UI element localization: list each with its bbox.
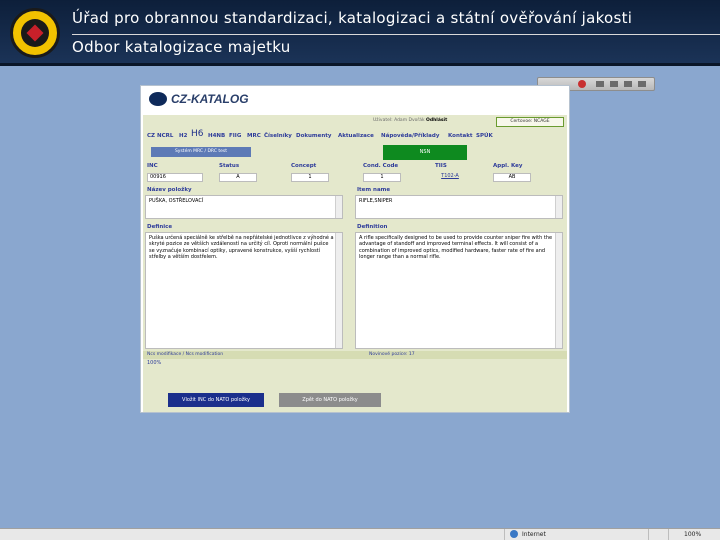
cond-code-label: Cond. Code: [363, 163, 399, 169]
appl-key-label: Appl. Key: [493, 163, 523, 169]
menu-item-kontakt[interactable]: Kontakt: [448, 133, 473, 139]
internet-zone-icon: [510, 530, 518, 538]
menu-item-cz[interactable]: CZ: [147, 133, 155, 139]
title-divider: [72, 34, 720, 35]
definition-en-field[interactable]: A rifle specifically designed to be used…: [355, 232, 563, 349]
item-name-en-label: Item name: [357, 187, 391, 193]
page-menu-icon[interactable]: [638, 81, 646, 87]
mode-button[interactable]: Systém MRC / DRC test: [151, 147, 251, 157]
definition-cz-label: Definice: [147, 224, 173, 230]
tiis-label: TIIS: [435, 163, 447, 169]
nsn-button[interactable]: NSN: [383, 145, 467, 160]
percent-value: 100%: [147, 360, 162, 366]
slide-header: Úřad pro obrannou standardizaci, katalog…: [0, 0, 720, 66]
cond-code-field[interactable]: 1: [363, 173, 401, 182]
cz-katalog-window: CZ-KATALOG Uživatel: Adam Dvořák Odhlási…: [140, 85, 570, 413]
menu-item-napoveda[interactable]: Nápověda/Příklady: [381, 133, 439, 139]
app-header: CZ-KATALOG: [141, 86, 569, 115]
insert-inc-button[interactable]: Vložit INC do NATO položky: [168, 393, 264, 407]
definition-cz-field[interactable]: Puška určená speciálně ke střelbě na nep…: [145, 232, 343, 349]
zone-label: Internet: [522, 531, 546, 538]
back-button[interactable]: Zpět do NATO položky: [279, 393, 381, 407]
menu-item-h6[interactable]: H6: [191, 129, 204, 139]
slide-title: Úřad pro obrannou standardizaci, katalog…: [72, 9, 633, 27]
feeds-icon[interactable]: [610, 81, 618, 87]
tiis-link[interactable]: T102-A: [435, 173, 465, 182]
definition-en-label: Definition: [357, 224, 388, 230]
slide-subtitle: Odbor katalogizace majetku: [72, 38, 291, 56]
scrollbar[interactable]: [335, 196, 342, 218]
menu-item-h2[interactable]: H2: [179, 133, 187, 139]
menu-item-spuk[interactable]: SPÚK: [476, 133, 493, 139]
concept-field[interactable]: 1: [291, 173, 329, 182]
menu-item-ciselniky[interactable]: Číselníky: [264, 133, 292, 139]
key-fields-row: INC 00916 Status A Concept 1 Cond. Code …: [143, 163, 567, 185]
ncs-modification-bar: Ncs modifikace / Ncs modification Novino…: [143, 351, 567, 359]
agency-emblem-icon: [10, 8, 60, 58]
org-button[interactable]: Certovoe: NCAGE: [496, 117, 564, 127]
menu-item-h4nb[interactable]: H4NB: [208, 133, 225, 139]
menu-item-aktualizace[interactable]: Aktualizace: [338, 133, 374, 139]
stop-icon[interactable]: [578, 80, 586, 88]
concept-label: Concept: [291, 163, 317, 169]
inc-field[interactable]: 00916: [147, 173, 203, 182]
inc-label: INC: [147, 163, 158, 169]
status-field[interactable]: A: [219, 173, 257, 182]
scrollbar[interactable]: [555, 233, 562, 348]
item-name-cz-label: Název položky: [147, 187, 192, 193]
status-label: Status: [219, 163, 240, 169]
home-icon[interactable]: [596, 81, 604, 87]
print-icon[interactable]: [624, 81, 632, 87]
browser-status-bar: Internet 100%: [0, 528, 720, 540]
scrollbar[interactable]: [335, 233, 342, 348]
mode-row: Systém MRC / DRC test NSN: [143, 145, 567, 162]
user-info: Uživatel: Adam Dvořák Odhlásit: [373, 118, 448, 123]
main-menu: CZ NCRL H2 H6 H4NB FIIG MRC Číselníky Do…: [143, 129, 567, 142]
item-name-cz-field[interactable]: PUŠKA, OSTŘELOVACÍ: [145, 195, 343, 219]
logout-link[interactable]: Odhlásit: [426, 118, 447, 123]
menu-item-fiig[interactable]: FIIG: [229, 133, 241, 139]
zoom-level[interactable]: 100%: [684, 531, 701, 538]
menu-item-ncrl[interactable]: NCRL: [157, 133, 173, 139]
appl-key-field[interactable]: AB: [493, 173, 531, 182]
menu-item-dokumenty[interactable]: Dokumenty: [296, 133, 332, 139]
menu-item-mrc[interactable]: MRC: [247, 133, 261, 139]
globe-icon: [149, 92, 167, 106]
main-panel: Uživatel: Adam Dvořák Odhlásit Certovoe:…: [143, 115, 567, 412]
item-name-en-field[interactable]: RIFLE,SNIPER: [355, 195, 563, 219]
scrollbar[interactable]: [555, 196, 562, 218]
